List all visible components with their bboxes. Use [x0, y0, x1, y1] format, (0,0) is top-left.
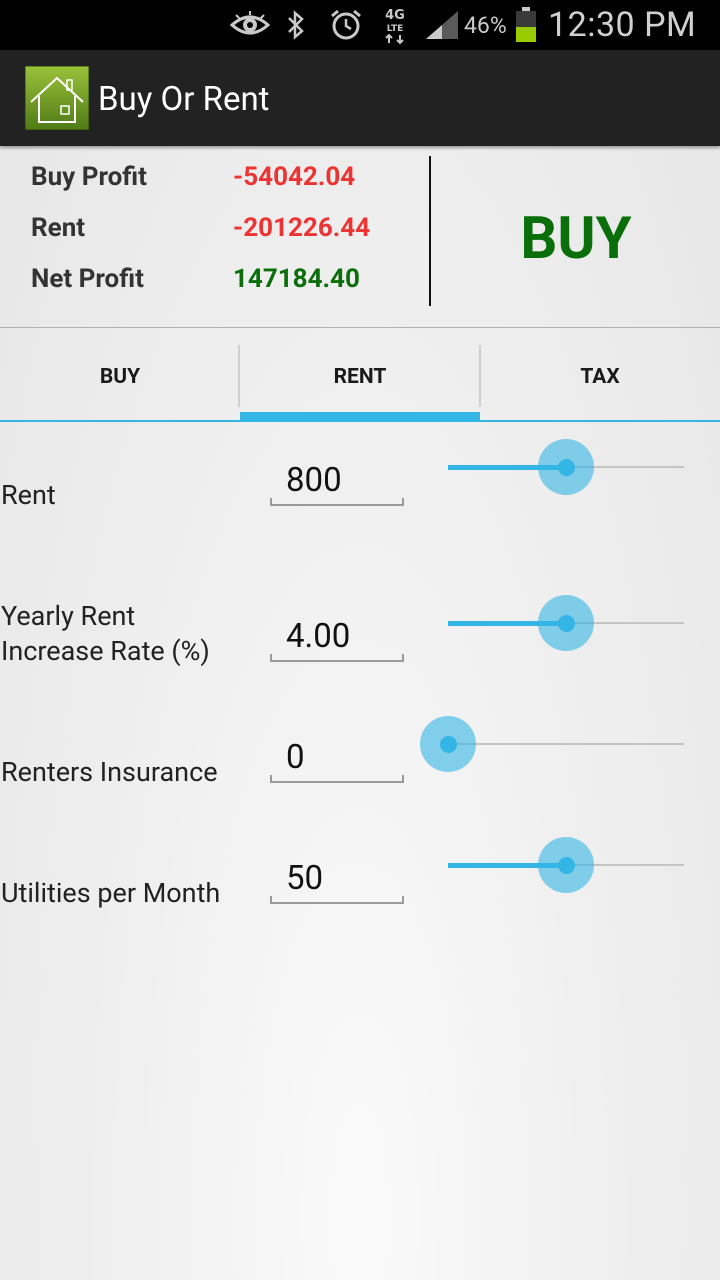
- battery-icon: [512, 0, 540, 50]
- net-profit-label: Net Profit: [31, 264, 144, 294]
- utilities-input[interactable]: 50: [270, 854, 404, 904]
- rent-label: Rent: [31, 213, 86, 243]
- utilities-slider[interactable]: [448, 835, 684, 895]
- action-bar: Buy Or Rent: [0, 50, 720, 146]
- tab-rent[interactable]: RENT: [240, 328, 480, 424]
- verdict-text: BUY: [520, 205, 632, 273]
- rent-increase-rate-input[interactable]: 4.00: [270, 612, 404, 662]
- rent-input-value[interactable]: 800: [286, 456, 342, 506]
- lte-icon: 4G LTE: [378, 0, 412, 50]
- alarm-icon: [326, 0, 366, 50]
- svg-text:4G: 4G: [385, 8, 405, 23]
- rent-increase-rate-value[interactable]: 4.00: [286, 612, 350, 662]
- tab-bar: BUY RENT TAX: [0, 328, 720, 424]
- svg-text:LTE: LTE: [387, 24, 404, 34]
- renters-insurance-label: Renters Insurance: [1, 756, 218, 788]
- renters-insurance-slider[interactable]: [420, 714, 684, 774]
- signal-icon: [422, 0, 462, 50]
- net-profit-value: 147184.40: [233, 264, 360, 294]
- house-icon[interactable]: [24, 65, 90, 131]
- utilities-value[interactable]: 50: [286, 854, 323, 904]
- selected-tab-indicator: [240, 412, 480, 422]
- utilities-label: Utilities per Month: [1, 877, 221, 909]
- profit-summary: Buy Profit -54042.04 Rent -201226.44 Net…: [0, 146, 720, 328]
- tab-tax[interactable]: TAX: [480, 328, 720, 424]
- rent-increase-rate-slider[interactable]: [448, 593, 684, 653]
- summary-divider: [429, 156, 431, 306]
- rent-slider[interactable]: [448, 437, 684, 497]
- rent-input[interactable]: 800: [270, 456, 404, 506]
- battery-percent: 46%: [464, 12, 507, 39]
- buy-profit-label: Buy Profit: [31, 162, 147, 192]
- rent-value: -201226.44: [233, 213, 371, 243]
- buy-profit-value: -54042.04: [233, 162, 356, 192]
- clock-time: 12:30 PM: [548, 5, 697, 45]
- renters-insurance-input[interactable]: 0: [270, 733, 404, 783]
- renters-insurance-value[interactable]: 0: [286, 733, 305, 783]
- bluetooth-icon: [282, 0, 310, 50]
- app-title: Buy Or Rent: [98, 80, 270, 119]
- rent-label: Rent: [1, 479, 56, 511]
- tab-buy[interactable]: BUY: [0, 328, 240, 424]
- eye-icon: [226, 0, 274, 50]
- status-bar: 4G LTE 46% 12:30 PM: [0, 0, 720, 50]
- rent-increase-rate-label: Yearly Rent Increase Rate (%): [1, 600, 210, 667]
